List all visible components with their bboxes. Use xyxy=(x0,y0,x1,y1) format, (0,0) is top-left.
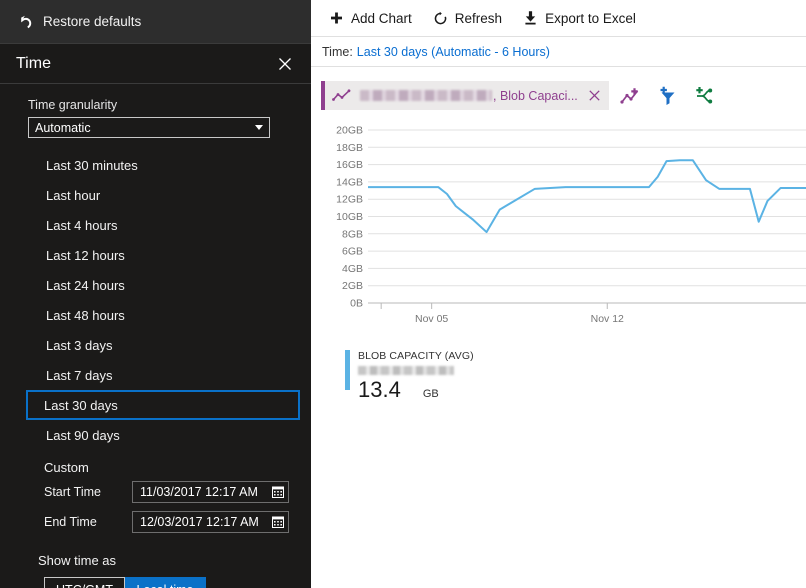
granularity-select[interactable]: Automatic xyxy=(28,117,270,138)
granularity-value: Automatic xyxy=(35,120,91,135)
time-breadcrumb-label: Time: xyxy=(322,44,353,59)
download-icon xyxy=(522,10,539,27)
range-label: Last hour xyxy=(46,187,101,203)
metrics-chart: 0B 2GB 4GB 6GB 8GB 10GB 12GB 14GB 16GB 18GB 20GB No… xyxy=(321,122,806,342)
redacted-resource-name xyxy=(360,90,492,101)
svg-text:16GB: 16GB xyxy=(336,159,363,171)
svg-text:Nov 12: Nov 12 xyxy=(591,313,624,325)
svg-text:10GB: 10GB xyxy=(336,211,363,223)
range-option-last-48-hours[interactable]: Last 48 hours xyxy=(28,300,291,330)
end-time-label: End Time xyxy=(44,515,97,529)
range-label: Last 7 days xyxy=(46,367,113,383)
show-time-as-label: Show time as xyxy=(38,553,117,568)
legend-color-swatch xyxy=(345,350,350,390)
add-chart-label: Add Chart xyxy=(351,10,412,26)
range-option-last-90-days[interactable]: Last 90 days xyxy=(28,420,291,450)
svg-text:18GB: 18GB xyxy=(336,142,363,154)
refresh-button[interactable]: Refresh xyxy=(432,10,502,27)
export-to-excel-label: Export to Excel xyxy=(545,10,636,26)
range-label: Last 12 hours xyxy=(46,247,125,263)
timezone-toggle-group: UTC/GMT Local time xyxy=(44,577,291,588)
svg-text:Nov 05: Nov 05 xyxy=(415,313,448,325)
time-range-list: Last 30 minutes Last hour Last 4 hours L… xyxy=(26,150,300,450)
range-option-last-3-days[interactable]: Last 3 days xyxy=(28,330,291,360)
svg-text:2GB: 2GB xyxy=(342,280,363,292)
add-filter-icon[interactable] xyxy=(653,82,681,110)
time-breadcrumb-value[interactable]: Last 30 days (Automatic - 6 Hours) xyxy=(357,45,550,59)
range-label: Last 30 days xyxy=(44,397,118,413)
range-label: Last 90 days xyxy=(46,427,120,443)
range-option-last-30-days[interactable]: Last 30 days xyxy=(26,390,300,420)
chart-header: , Blob Capaci... xyxy=(321,81,806,110)
end-time-input[interactable]: 12/03/2017 12:17 AM xyxy=(132,511,289,533)
start-time-input[interactable]: 11/03/2017 12:17 AM xyxy=(132,481,289,503)
range-option-last-30-minutes[interactable]: Last 30 minutes xyxy=(28,150,291,180)
end-time-value: 12/03/2017 12:17 AM xyxy=(140,515,259,529)
chevron-down-icon xyxy=(255,125,263,130)
time-panel-header: Time xyxy=(0,44,311,84)
chart-legend: BLOB CAPACITY (AVG) 13.4 GB xyxy=(345,350,806,403)
range-label: Last 4 hours xyxy=(46,217,118,233)
svg-text:0B: 0B xyxy=(350,298,363,310)
svg-text:8GB: 8GB xyxy=(342,228,363,240)
time-panel: Restore defaults Time Time granularity A… xyxy=(0,0,311,588)
add-metric-icon[interactable] xyxy=(617,82,645,110)
timezone-label: Local time xyxy=(137,583,194,588)
restore-defaults-button[interactable]: Restore defaults xyxy=(0,0,311,44)
start-time-row: Start Time 11/03/2017 12:17 AM xyxy=(44,481,291,503)
range-label: Last 48 hours xyxy=(46,307,125,323)
calendar-icon[interactable] xyxy=(268,482,288,502)
custom-label: Custom xyxy=(44,460,89,475)
close-icon[interactable] xyxy=(273,52,297,76)
page-title: Time xyxy=(16,54,51,72)
chart-card: , Blob Capaci... 0B 2GB 4GB 6GB 8GB 10GB… xyxy=(311,67,806,403)
metric-chip-label: , Blob Capaci... xyxy=(493,88,578,103)
legend-value-row: 13.4 GB xyxy=(358,377,474,403)
range-option-last-12-hours[interactable]: Last 12 hours xyxy=(28,240,291,270)
svg-text:14GB: 14GB xyxy=(336,176,363,188)
start-time-value: 11/03/2017 12:17 AM xyxy=(140,485,258,499)
legend-title: BLOB CAPACITY (AVG) xyxy=(358,350,474,362)
timezone-label: UTC/GMT xyxy=(56,583,113,588)
metrics-page: Restore defaults Time Time granularity A… xyxy=(0,0,806,588)
range-label: Last 30 minutes xyxy=(46,157,138,173)
toolbar: Add Chart Refresh Export to Excel xyxy=(311,0,806,37)
svg-text:20GB: 20GB xyxy=(336,125,363,137)
timezone-option-utc[interactable]: UTC/GMT xyxy=(44,577,125,588)
end-time-row: End Time 12/03/2017 12:17 AM xyxy=(44,511,291,533)
svg-text:12GB: 12GB xyxy=(336,194,363,206)
time-panel-body: Time granularity Automatic Last 30 minut… xyxy=(0,84,311,588)
granularity-label: Time granularity xyxy=(28,98,118,112)
svg-text:6GB: 6GB xyxy=(342,246,363,258)
timezone-option-local[interactable]: Local time xyxy=(125,577,206,588)
metrics-content: Add Chart Refresh Export to Excel Time: … xyxy=(311,0,806,588)
calendar-icon[interactable] xyxy=(268,512,288,532)
range-label: Last 24 hours xyxy=(46,277,125,293)
time-breadcrumb: Time: Last 30 days (Automatic - 6 Hours) xyxy=(311,37,806,67)
svg-text:4GB: 4GB xyxy=(342,263,363,275)
close-icon[interactable] xyxy=(587,88,603,104)
refresh-icon xyxy=(432,10,449,27)
restore-defaults-label: Restore defaults xyxy=(43,14,142,29)
chart-svg: 0B 2GB 4GB 6GB 8GB 10GB 12GB 14GB 16GB 18GB 20GB No… xyxy=(336,125,806,325)
range-option-last-4-hours[interactable]: Last 4 hours xyxy=(28,210,291,240)
redacted-resource-name xyxy=(358,366,454,375)
legend-body: BLOB CAPACITY (AVG) 13.4 GB xyxy=(358,350,474,403)
refresh-label: Refresh xyxy=(454,10,503,26)
apply-splitting-icon[interactable] xyxy=(689,82,717,110)
range-option-last-7-days[interactable]: Last 7 days xyxy=(28,360,291,390)
range-label: Last 3 days xyxy=(46,337,113,353)
start-time-label: Start Time xyxy=(44,485,101,499)
export-to-excel-button[interactable]: Export to Excel xyxy=(522,10,636,27)
plus-icon xyxy=(328,10,345,27)
range-option-last-24-hours[interactable]: Last 24 hours xyxy=(28,270,291,300)
undo-arrow-icon xyxy=(16,13,34,31)
legend-value: 13.4 xyxy=(358,377,401,402)
metric-chip[interactable]: , Blob Capaci... xyxy=(321,81,609,110)
add-chart-button[interactable]: Add Chart xyxy=(328,10,412,27)
legend-unit: GB xyxy=(422,388,439,400)
range-option-last-hour[interactable]: Last hour xyxy=(28,180,291,210)
line-chart-icon xyxy=(328,83,354,109)
